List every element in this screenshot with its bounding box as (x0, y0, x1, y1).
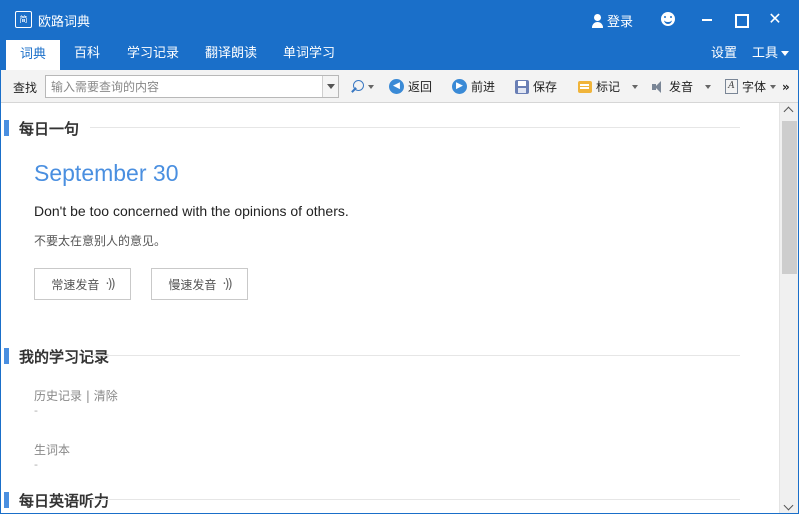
content-area: 每日一句 September 30 Don't be too concerned… (0, 103, 779, 514)
feedback-button[interactable] (657, 9, 679, 29)
chevron-down-icon (705, 84, 712, 89)
close-icon: ✕ (768, 9, 782, 28)
scroll-down-icon[interactable] (780, 500, 799, 514)
chinese-translation: 不要太在意别人的意见。 (34, 234, 167, 248)
divider (90, 355, 740, 356)
history-row: 历史记录 | 清除 (34, 387, 118, 404)
app-logo-icon: 简 (15, 11, 32, 28)
toolbar: 查找 ◀ 返回 ▶ 前进 保存 标记 发音 A 字体 » (0, 70, 799, 103)
separator: | (85, 389, 90, 403)
main-tab-bar: 词典 百科 学习记录 翻译朗读 单词学习 设置 工具 (0, 38, 799, 70)
section-title-study-record: 我的学习记录 (4, 346, 109, 367)
normal-speed-label: 常速发音 (51, 277, 100, 292)
user-icon (591, 13, 604, 28)
chevron-down-icon (368, 84, 374, 89)
search-dropdown-button[interactable] (322, 76, 338, 97)
tab-study-record[interactable]: 学习记录 (120, 38, 186, 70)
back-button[interactable]: ◀ 返回 (389, 76, 432, 97)
tab-translate-read[interactable]: 翻译朗读 (198, 38, 264, 70)
section-title-daily-sentence: 每日一句 (4, 118, 79, 139)
save-label: 保存 (533, 80, 558, 94)
back-label: 返回 (408, 80, 433, 94)
settings-menu[interactable]: 设置 (711, 38, 737, 70)
save-disk-icon (515, 79, 529, 94)
scroll-up-icon[interactable] (780, 103, 799, 117)
chevron-down-icon (632, 84, 639, 89)
maximize-button[interactable] (729, 9, 751, 29)
history-empty-value: - (34, 404, 38, 417)
tab-encyclopedia[interactable]: 百科 (64, 38, 110, 70)
font-icon: A (725, 79, 738, 94)
font-label: 字体 (742, 80, 767, 94)
history-link[interactable]: 历史记录 (34, 389, 82, 403)
tools-menu[interactable]: 工具 (752, 38, 790, 70)
slow-speed-play-button[interactable]: 慢速发音 ·)) (151, 268, 248, 300)
clear-link[interactable]: 清除 (94, 389, 118, 403)
login-label: 登录 (607, 15, 634, 30)
minimize-button[interactable] (696, 9, 718, 29)
pronounce-button[interactable]: 发音 (651, 76, 712, 97)
login-button[interactable]: 登录 (591, 11, 633, 30)
close-button[interactable]: ✕ (764, 9, 786, 29)
search-label: 查找 (13, 81, 38, 95)
vertical-scrollbar[interactable] (779, 103, 799, 514)
save-button[interactable]: 保存 (515, 76, 557, 97)
vocab-empty-value: - (34, 458, 38, 471)
scrollbar-thumb[interactable] (782, 121, 797, 274)
english-sentence: Don't be too concerned with the opinions… (34, 203, 349, 219)
tools-label: 工具 (752, 46, 779, 61)
section-title-daily-listening: 每日英语听力 (4, 490, 109, 511)
divider (90, 499, 740, 500)
forward-label: 前进 (471, 80, 496, 94)
chevron-down-icon (781, 51, 790, 56)
divider (90, 127, 740, 128)
vocab-book-link[interactable]: 生词本 (34, 441, 70, 458)
pronounce-label: 发音 (669, 80, 694, 94)
search-input[interactable] (46, 76, 316, 97)
search-icon (350, 79, 364, 94)
tab-dictionary[interactable]: 词典 (6, 40, 60, 70)
lookup-button[interactable] (350, 76, 374, 97)
normal-speed-play-button[interactable]: 常速发音 ·)) (34, 268, 131, 300)
mark-label: 标记 (596, 80, 621, 94)
forward-button[interactable]: ▶ 前进 (452, 76, 495, 97)
sound-wave-icon: ·)) (105, 276, 115, 292)
tab-word-study[interactable]: 单词学习 (276, 38, 342, 70)
slow-speed-label: 慢速发音 (168, 277, 217, 292)
toolbar-overflow-button[interactable]: » (782, 76, 790, 97)
smiley-icon (661, 12, 675, 26)
font-button[interactable]: A 字体 (725, 76, 777, 97)
forward-arrow-icon: ▶ (452, 79, 467, 94)
mark-button[interactable]: 标记 (578, 76, 639, 97)
sentence-date: September 30 (34, 160, 179, 186)
title-bar: 简 欧路词典 登录 ✕ (0, 0, 799, 38)
search-combobox[interactable] (45, 75, 339, 98)
sound-wave-icon: ·)) (222, 276, 232, 292)
chevron-down-icon (770, 84, 777, 89)
bookmark-icon (578, 80, 592, 93)
speaker-icon (651, 80, 665, 94)
back-arrow-icon: ◀ (389, 79, 404, 94)
window-title: 欧路词典 (38, 15, 91, 30)
